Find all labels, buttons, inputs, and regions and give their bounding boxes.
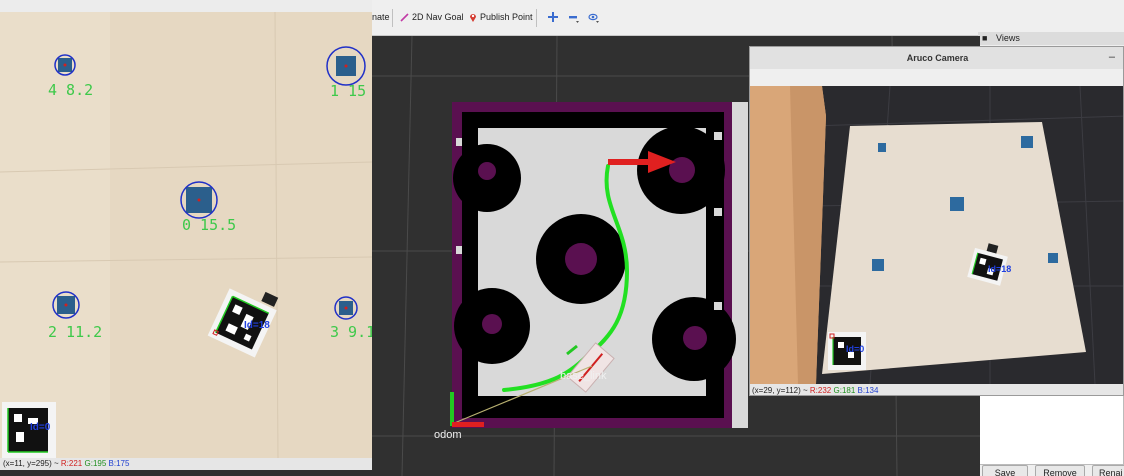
- aruco-camera-titlebar[interactable]: Aruco Camera: [750, 47, 1123, 69]
- eye-icon: [588, 13, 599, 23]
- tool-publish-point[interactable]: Publish Point: [469, 12, 533, 22]
- status-red: R:221: [60, 459, 83, 468]
- status-green: G:195: [84, 459, 107, 468]
- base-link-label: base_link: [560, 370, 607, 382]
- marker-0-label: 0 15.5: [182, 216, 236, 234]
- camera-icon: ■: [982, 33, 988, 43]
- minus-icon: [569, 16, 579, 23]
- status-blue: B:175: [108, 459, 130, 468]
- tool-2d-nav-goal[interactable]: 2D Nav Goal: [400, 12, 464, 22]
- move-camera-icon: [548, 12, 558, 22]
- odom-label: odom: [434, 429, 462, 441]
- aruco-camera-image: Id=18 Id=0: [750, 86, 1123, 384]
- views-panel-header[interactable]: ■ Views: [978, 32, 1124, 45]
- tool-interact-label: nate: [372, 12, 390, 22]
- robot-tag-label: Id=18: [244, 320, 270, 331]
- toolbar-separator: [392, 9, 393, 27]
- tool-interact-partial[interactable]: nate: [372, 12, 390, 22]
- publish-point-label: Publish Point: [480, 12, 533, 22]
- views-list[interactable]: [978, 395, 1124, 465]
- move-camera-button[interactable]: [548, 12, 558, 22]
- save-button[interactable]: Save: [982, 465, 1028, 476]
- nav-goal-label: 2D Nav Goal: [412, 12, 464, 22]
- aruco-camera-window[interactable]: Aruco Camera – Id=18 Id=0 (x=29, y=112) …: [749, 46, 1124, 396]
- left-camera-window[interactable]: 4 8.2 1 15 0 15.5 2 11.2 3 9.1 Id=18 Id=…: [0, 0, 372, 470]
- left-camera-image: 4 8.2 1 15 0 15.5 2 11.2 3 9.1 Id=18 Id=…: [0, 12, 372, 458]
- aruco-status-green: G:181: [833, 386, 856, 395]
- minimize-button[interactable]: –: [1109, 47, 1115, 67]
- rename-button[interactable]: Renai: [1092, 465, 1124, 476]
- marker-3-label: 3 9.1: [330, 323, 372, 341]
- aruco-robot-tag-label: Id=18: [988, 264, 1011, 274]
- corner-tag-label: Id=0: [30, 422, 51, 433]
- zoom-out-button[interactable]: [568, 12, 580, 24]
- status-coords: (x=11, y=295) ~: [3, 459, 59, 468]
- aruco-camera-title: Aruco Camera: [906, 53, 969, 63]
- map-pin-icon: [470, 14, 476, 22]
- aruco-status-coords: (x=29, y=112) ~: [752, 386, 808, 395]
- aruco-corner-tag-label: Id=0: [846, 344, 864, 354]
- left-camera-titlebar[interactable]: [0, 0, 372, 12]
- desktop: nate 2D Nav Goal Publish Point ■ Views S…: [0, 0, 1124, 476]
- focus-camera-button[interactable]: [588, 12, 600, 24]
- aruco-status-blue: B:134: [857, 386, 879, 395]
- remove-button[interactable]: Remove: [1035, 465, 1085, 476]
- marker-2-label: 2 11.2: [48, 323, 102, 341]
- marker-4-label: 4 8.2: [48, 81, 93, 99]
- aruco-status-red: R:232: [809, 386, 832, 395]
- views-title: Views: [996, 33, 1020, 43]
- aruco-camera-status: (x=29, y=112) ~ R:232 G:181 B:134: [750, 384, 1123, 395]
- nav-goal-arrow-icon: [400, 12, 409, 22]
- toolbar-separator: [536, 9, 537, 27]
- marker-1-label: 1 15: [330, 82, 366, 100]
- left-camera-status: (x=11, y=295) ~ R:221 G:195 B:175: [0, 458, 372, 470]
